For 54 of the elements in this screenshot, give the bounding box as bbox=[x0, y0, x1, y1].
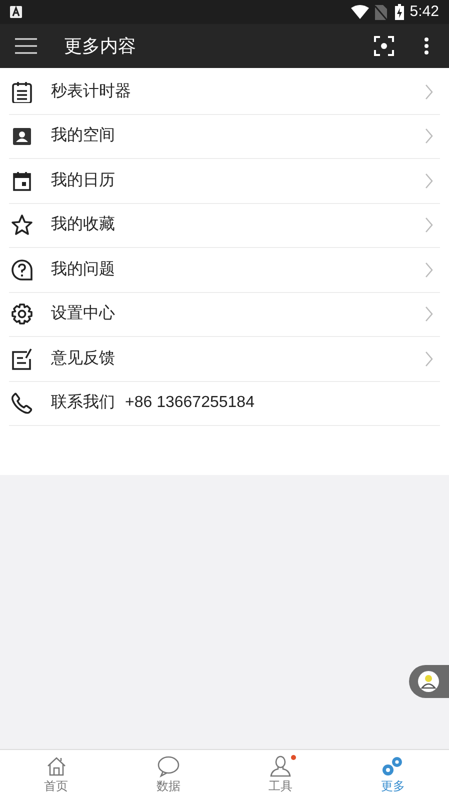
star-icon bbox=[11, 214, 33, 236]
tab-label: 首页 bbox=[44, 778, 68, 794]
calendar-icon bbox=[11, 170, 33, 192]
settings-icon bbox=[11, 303, 33, 326]
assistant-button[interactable] bbox=[409, 665, 449, 698]
tab-label: 更多 bbox=[380, 778, 405, 794]
scan-icon[interactable] bbox=[374, 36, 394, 56]
chevron-icon bbox=[425, 172, 433, 189]
menu-item[interactable]: 我的收藏 bbox=[9, 204, 440, 248]
clipboard-icon bbox=[11, 80, 33, 103]
assistant-icon bbox=[418, 671, 439, 692]
edit-note-icon bbox=[11, 348, 33, 370]
chevron-icon bbox=[425, 84, 433, 100]
nav-tab[interactable]: 首页 bbox=[0, 750, 112, 800]
phone-icon bbox=[11, 392, 33, 414]
toolbar-title: 更多内容 bbox=[64, 34, 137, 58]
status-time: 5:42 bbox=[410, 2, 439, 22]
menu-label: 秒表计时器 bbox=[51, 82, 131, 102]
chevron-icon bbox=[425, 350, 433, 367]
menu-item[interactable]: 秒表计时器 bbox=[9, 70, 440, 114]
menu-label: 联系我们 bbox=[51, 392, 115, 414]
menu-label: 设置中心 bbox=[51, 304, 115, 324]
person-icon bbox=[269, 755, 292, 778]
gears-icon bbox=[381, 755, 404, 778]
chat-bubble-icon bbox=[156, 755, 180, 778]
menu-label: 我的空间 bbox=[51, 126, 115, 146]
battery-icon bbox=[394, 4, 404, 20]
tab-label: 数据 bbox=[156, 778, 180, 794]
help-icon bbox=[11, 258, 33, 281]
chevron-icon bbox=[425, 306, 433, 322]
menu-icon[interactable] bbox=[15, 38, 37, 54]
menu-item[interactable]: 意见反馈 bbox=[9, 337, 440, 382]
chevron-icon bbox=[425, 217, 433, 234]
contact-card-icon bbox=[11, 125, 33, 148]
menu-item[interactable]: 联系我们 +86 13667255184 bbox=[9, 382, 440, 426]
menu-item[interactable]: 我的空间 bbox=[9, 114, 440, 159]
menu-label: 我的日历 bbox=[51, 170, 115, 191]
menu-item[interactable]: 我的问题 bbox=[9, 248, 440, 292]
chevron-icon bbox=[425, 128, 433, 144]
tab-label: 工具 bbox=[268, 778, 293, 794]
menu-label: 我的收藏 bbox=[51, 214, 115, 236]
no-sim-icon bbox=[374, 4, 387, 20]
nav-tab[interactable]: 数据 bbox=[112, 750, 224, 800]
notification-icon bbox=[10, 6, 22, 18]
phone-number: +86 13667255184 bbox=[125, 393, 254, 414]
nav-tab[interactable]: 更多 bbox=[336, 750, 449, 800]
menu-label: 我的问题 bbox=[51, 260, 115, 280]
menu-item[interactable]: 设置中心 bbox=[9, 292, 440, 337]
wifi-icon bbox=[350, 5, 369, 19]
more-icon[interactable] bbox=[424, 37, 429, 55]
nav-tab[interactable]: 工具 bbox=[224, 750, 337, 800]
menu-item[interactable]: 我的日历 bbox=[9, 159, 440, 204]
menu-label: 意见反馈 bbox=[51, 348, 115, 369]
chevron-icon bbox=[425, 262, 433, 278]
